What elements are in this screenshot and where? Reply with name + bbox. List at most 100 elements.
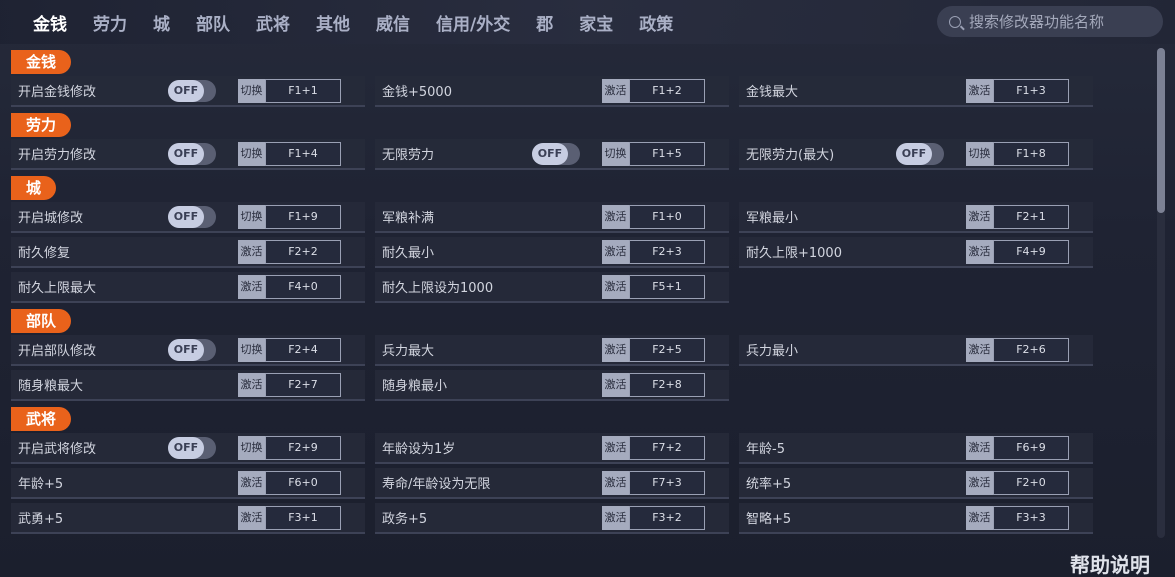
tab-9[interactable]: 家宝 — [566, 10, 626, 35]
hotkey-action[interactable]: 激活 — [966, 205, 993, 229]
hotkey-binding[interactable]: 激活 F2+0 — [966, 471, 1069, 495]
hotkey-action[interactable]: 激活 — [966, 79, 993, 103]
tab-2[interactable]: 城 — [140, 10, 183, 35]
hotkey-binding[interactable]: 激活 F4+0 — [238, 275, 341, 299]
hotkey-binding[interactable]: 激活 F6+9 — [966, 436, 1069, 460]
help-link[interactable]: 帮助说明 — [1070, 549, 1150, 577]
hotkey-action[interactable]: 切换 — [966, 142, 993, 166]
hotkey-binding[interactable]: 激活 F5+1 — [602, 275, 705, 299]
tab-5[interactable]: 其他 — [303, 10, 363, 35]
hotkey-key[interactable]: F2+5 — [629, 338, 705, 362]
hotkey-key[interactable]: F1+2 — [629, 79, 705, 103]
hotkey-action[interactable]: 激活 — [602, 436, 629, 460]
hotkey-key[interactable]: F2+4 — [265, 338, 341, 362]
tab-7[interactable]: 信用/外交 — [423, 10, 523, 35]
hotkey-action[interactable]: 激活 — [238, 506, 265, 530]
toggle-switch[interactable]: OFF — [168, 206, 216, 228]
hotkey-action[interactable]: 切换 — [602, 142, 629, 166]
hotkey-binding[interactable]: 切换 F1+8 — [966, 142, 1069, 166]
tab-0[interactable]: 金钱 — [20, 10, 80, 35]
hotkey-key[interactable]: F1+4 — [265, 142, 341, 166]
toggle-switch[interactable]: OFF — [168, 143, 216, 165]
hotkey-key[interactable]: F5+1 — [629, 275, 705, 299]
scrollbar-thumb[interactable] — [1157, 48, 1165, 213]
hotkey-binding[interactable]: 激活 F4+9 — [966, 240, 1069, 264]
hotkey-key[interactable]: F4+9 — [993, 240, 1069, 264]
search-input[interactable] — [969, 12, 1149, 31]
hotkey-action[interactable]: 切换 — [238, 338, 265, 362]
toggle-switch[interactable]: OFF — [168, 437, 216, 459]
hotkey-key[interactable]: F1+9 — [265, 205, 341, 229]
hotkey-key[interactable]: F3+3 — [993, 506, 1069, 530]
hotkey-action[interactable]: 激活 — [602, 275, 629, 299]
hotkey-binding[interactable]: 激活 F1+3 — [966, 79, 1069, 103]
hotkey-key[interactable]: F3+1 — [265, 506, 341, 530]
hotkey-binding[interactable]: 激活 F1+2 — [602, 79, 705, 103]
hotkey-action[interactable]: 激活 — [966, 506, 993, 530]
tab-3[interactable]: 部队 — [183, 10, 243, 35]
toggle-switch[interactable]: OFF — [168, 80, 216, 102]
hotkey-binding[interactable]: 激活 F2+2 — [238, 240, 341, 264]
hotkey-binding[interactable]: 激活 F6+0 — [238, 471, 341, 495]
hotkey-key[interactable]: F2+8 — [629, 373, 705, 397]
scrollbar[interactable] — [1157, 48, 1165, 538]
hotkey-key[interactable]: F1+1 — [265, 79, 341, 103]
hotkey-binding[interactable]: 切换 F1+9 — [238, 205, 341, 229]
search-box[interactable] — [937, 6, 1163, 37]
hotkey-binding[interactable]: 切换 F1+4 — [238, 142, 341, 166]
hotkey-action[interactable]: 激活 — [966, 338, 993, 362]
hotkey-action[interactable]: 切换 — [238, 436, 265, 460]
hotkey-action[interactable]: 切换 — [238, 142, 265, 166]
hotkey-action[interactable]: 激活 — [966, 471, 993, 495]
hotkey-key[interactable]: F6+9 — [993, 436, 1069, 460]
hotkey-key[interactable]: F2+1 — [993, 205, 1069, 229]
hotkey-key[interactable]: F2+2 — [265, 240, 341, 264]
hotkey-key[interactable]: F7+2 — [629, 436, 705, 460]
hotkey-key[interactable]: F6+0 — [265, 471, 341, 495]
tab-4[interactable]: 武将 — [243, 10, 303, 35]
hotkey-action[interactable]: 切换 — [238, 205, 265, 229]
hotkey-action[interactable]: 激活 — [602, 506, 629, 530]
tab-1[interactable]: 劳力 — [80, 10, 140, 35]
hotkey-key[interactable]: F4+0 — [265, 275, 341, 299]
toggle-switch[interactable]: OFF — [532, 143, 580, 165]
hotkey-binding[interactable]: 激活 F2+7 — [238, 373, 341, 397]
hotkey-binding[interactable]: 切换 F1+1 — [238, 79, 341, 103]
hotkey-binding[interactable]: 激活 F2+3 — [602, 240, 705, 264]
hotkey-action[interactable]: 激活 — [602, 338, 629, 362]
hotkey-action[interactable]: 激活 — [602, 205, 629, 229]
hotkey-binding[interactable]: 激活 F3+2 — [602, 506, 705, 530]
hotkey-binding[interactable]: 激活 F1+0 — [602, 205, 705, 229]
hotkey-action[interactable]: 激活 — [966, 436, 993, 460]
hotkey-key[interactable]: F2+6 — [993, 338, 1069, 362]
hotkey-binding[interactable]: 切换 F2+9 — [238, 436, 341, 460]
hotkey-action[interactable]: 切换 — [238, 79, 265, 103]
hotkey-binding[interactable]: 激活 F7+3 — [602, 471, 705, 495]
hotkey-key[interactable]: F2+3 — [629, 240, 705, 264]
tab-6[interactable]: 威信 — [363, 10, 423, 35]
hotkey-binding[interactable]: 激活 F2+8 — [602, 373, 705, 397]
hotkey-binding[interactable]: 激活 F7+2 — [602, 436, 705, 460]
hotkey-binding[interactable]: 切换 F1+5 — [602, 142, 705, 166]
hotkey-key[interactable]: F1+8 — [993, 142, 1069, 166]
hotkey-key[interactable]: F1+5 — [629, 142, 705, 166]
hotkey-key[interactable]: F7+3 — [629, 471, 705, 495]
hotkey-action[interactable]: 激活 — [602, 240, 629, 264]
hotkey-key[interactable]: F3+2 — [629, 506, 705, 530]
toggle-switch[interactable]: OFF — [896, 143, 944, 165]
hotkey-action[interactable]: 激活 — [238, 471, 265, 495]
hotkey-key[interactable]: F2+0 — [993, 471, 1069, 495]
hotkey-binding[interactable]: 激活 F3+3 — [966, 506, 1069, 530]
hotkey-action[interactable]: 激活 — [602, 471, 629, 495]
hotkey-binding[interactable]: 切换 F2+4 — [238, 338, 341, 362]
tab-8[interactable]: 郡 — [523, 10, 566, 35]
hotkey-key[interactable]: F1+0 — [629, 205, 705, 229]
hotkey-action[interactable]: 激活 — [238, 275, 265, 299]
hotkey-action[interactable]: 激活 — [602, 373, 629, 397]
hotkey-action[interactable]: 激活 — [602, 79, 629, 103]
hotkey-key[interactable]: F2+7 — [265, 373, 341, 397]
tab-10[interactable]: 政策 — [626, 10, 686, 35]
hotkey-binding[interactable]: 激活 F2+5 — [602, 338, 705, 362]
hotkey-key[interactable]: F2+9 — [265, 436, 341, 460]
hotkey-binding[interactable]: 激活 F2+6 — [966, 338, 1069, 362]
